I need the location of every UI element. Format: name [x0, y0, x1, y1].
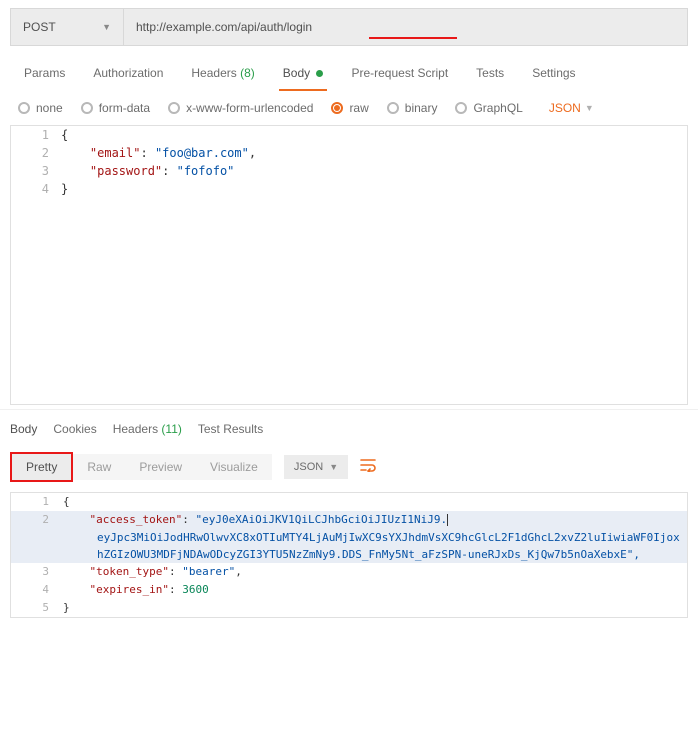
tab-headers[interactable]: Headers (8): [177, 60, 268, 90]
tab-authorization[interactable]: Authorization: [79, 60, 177, 90]
radio-icon: [455, 102, 467, 114]
line-number: 2: [11, 144, 61, 162]
view-visualize-button[interactable]: Visualize: [196, 454, 272, 480]
code-line: "expires_in": 3600: [61, 581, 687, 599]
annotation-box: Pretty: [10, 452, 73, 482]
code-line: }: [61, 180, 687, 198]
line-number: 5: [11, 599, 61, 617]
code-line: }: [61, 599, 687, 617]
code-line: "email": "foo@bar.com",: [61, 144, 687, 162]
content-type-select[interactable]: JSON ▼: [549, 101, 594, 115]
request-bar: POST ▼ http://example.com/api/auth/login: [10, 8, 688, 46]
url-text: http://example.com/api/auth/login: [136, 20, 312, 34]
radio-label: raw: [349, 101, 368, 115]
tab-prerequest[interactable]: Pre-request Script: [337, 60, 462, 90]
chevron-down-icon: ▼: [585, 103, 594, 113]
url-input[interactable]: http://example.com/api/auth/login: [124, 8, 688, 46]
line-number: 3: [11, 162, 61, 180]
line-number: 4: [11, 180, 61, 198]
line-number: [11, 529, 61, 546]
body-type-x-www[interactable]: x-www-form-urlencoded: [168, 101, 313, 115]
line-wrap-icon[interactable]: [358, 458, 380, 477]
view-pretty-button[interactable]: Pretty: [12, 454, 71, 480]
view-preview-button[interactable]: Preview: [125, 454, 196, 480]
tab-body[interactable]: Body: [269, 60, 338, 90]
line-number: 3: [11, 563, 61, 581]
radio-label: form-data: [99, 101, 150, 115]
resp-tab-body[interactable]: Body: [10, 422, 37, 436]
code-line: "access_token": "eyJ0eXAiOiJKV1QiLCJhbGc…: [61, 511, 687, 529]
chevron-down-icon: ▼: [102, 22, 111, 32]
resp-tab-cookies[interactable]: Cookies: [53, 422, 96, 436]
line-number: [11, 546, 61, 563]
resp-tab-headers-count: (11): [161, 422, 181, 436]
line-number: 4: [11, 581, 61, 599]
response-body-editor[interactable]: 1 { 2 "access_token": "eyJ0eXAiOiJKV1QiL…: [10, 492, 688, 618]
radio-label: GraphQL: [473, 101, 522, 115]
tab-body-label: Body: [283, 66, 310, 80]
body-type-graphql[interactable]: GraphQL: [455, 101, 522, 115]
code-line: {: [61, 126, 687, 144]
request-body-editor[interactable]: 1 { 2 "email": "foo@bar.com", 3 "passwor…: [10, 125, 688, 405]
chevron-down-icon: ▼: [329, 462, 338, 472]
response-view-bar: Pretty Raw Preview Visualize JSON ▼: [0, 444, 698, 492]
body-indicator-dot: [316, 70, 323, 77]
tab-params[interactable]: Params: [10, 60, 79, 90]
annotation-underline: [369, 37, 457, 39]
request-tabs: Params Authorization Headers (8) Body Pr…: [0, 46, 698, 91]
http-method-select[interactable]: POST ▼: [10, 8, 124, 46]
format-value: JSON: [294, 461, 323, 473]
line-number: 2: [11, 511, 61, 529]
code-line: {: [61, 493, 687, 511]
response-format-select[interactable]: JSON ▼: [284, 455, 348, 479]
radio-label: binary: [405, 101, 438, 115]
resp-tab-headers-label: Headers: [113, 422, 158, 436]
radio-icon: [331, 102, 343, 114]
text-cursor: [447, 514, 448, 526]
content-type-value: JSON: [549, 101, 581, 115]
body-type-none[interactable]: none: [18, 101, 63, 115]
radio-icon: [81, 102, 93, 114]
body-type-form-data[interactable]: form-data: [81, 101, 150, 115]
resp-tab-headers[interactable]: Headers (11): [113, 422, 182, 436]
response-tabs: Body Cookies Headers (11) Test Results: [0, 409, 698, 444]
radio-icon: [168, 102, 180, 114]
tab-headers-label: Headers: [191, 66, 236, 80]
tab-tests[interactable]: Tests: [462, 60, 518, 90]
tab-settings[interactable]: Settings: [518, 60, 589, 90]
code-line: "password": "fofofo": [61, 162, 687, 180]
radio-label: none: [36, 101, 63, 115]
line-number: 1: [11, 493, 61, 511]
radio-icon: [387, 102, 399, 114]
http-method-value: POST: [23, 20, 56, 34]
body-type-options: none form-data x-www-form-urlencoded raw…: [0, 91, 698, 125]
radio-label: x-www-form-urlencoded: [186, 101, 313, 115]
body-type-raw[interactable]: raw: [331, 101, 368, 115]
body-type-binary[interactable]: binary: [387, 101, 438, 115]
code-line: eyJpc3MiOiJodHRwOlwvXC8xOTIuMTY4LjAuMjIw…: [61, 529, 687, 546]
tab-headers-count: (8): [240, 66, 255, 80]
line-number: 1: [11, 126, 61, 144]
code-line: "token_type": "bearer",: [61, 563, 687, 581]
radio-icon: [18, 102, 30, 114]
code-line: hZGIzOWU3MDFjNDAwODcyZGI3YTU5NzZmNy9.DDS…: [61, 546, 687, 563]
view-raw-button[interactable]: Raw: [73, 454, 125, 480]
resp-tab-test-results[interactable]: Test Results: [198, 422, 263, 436]
